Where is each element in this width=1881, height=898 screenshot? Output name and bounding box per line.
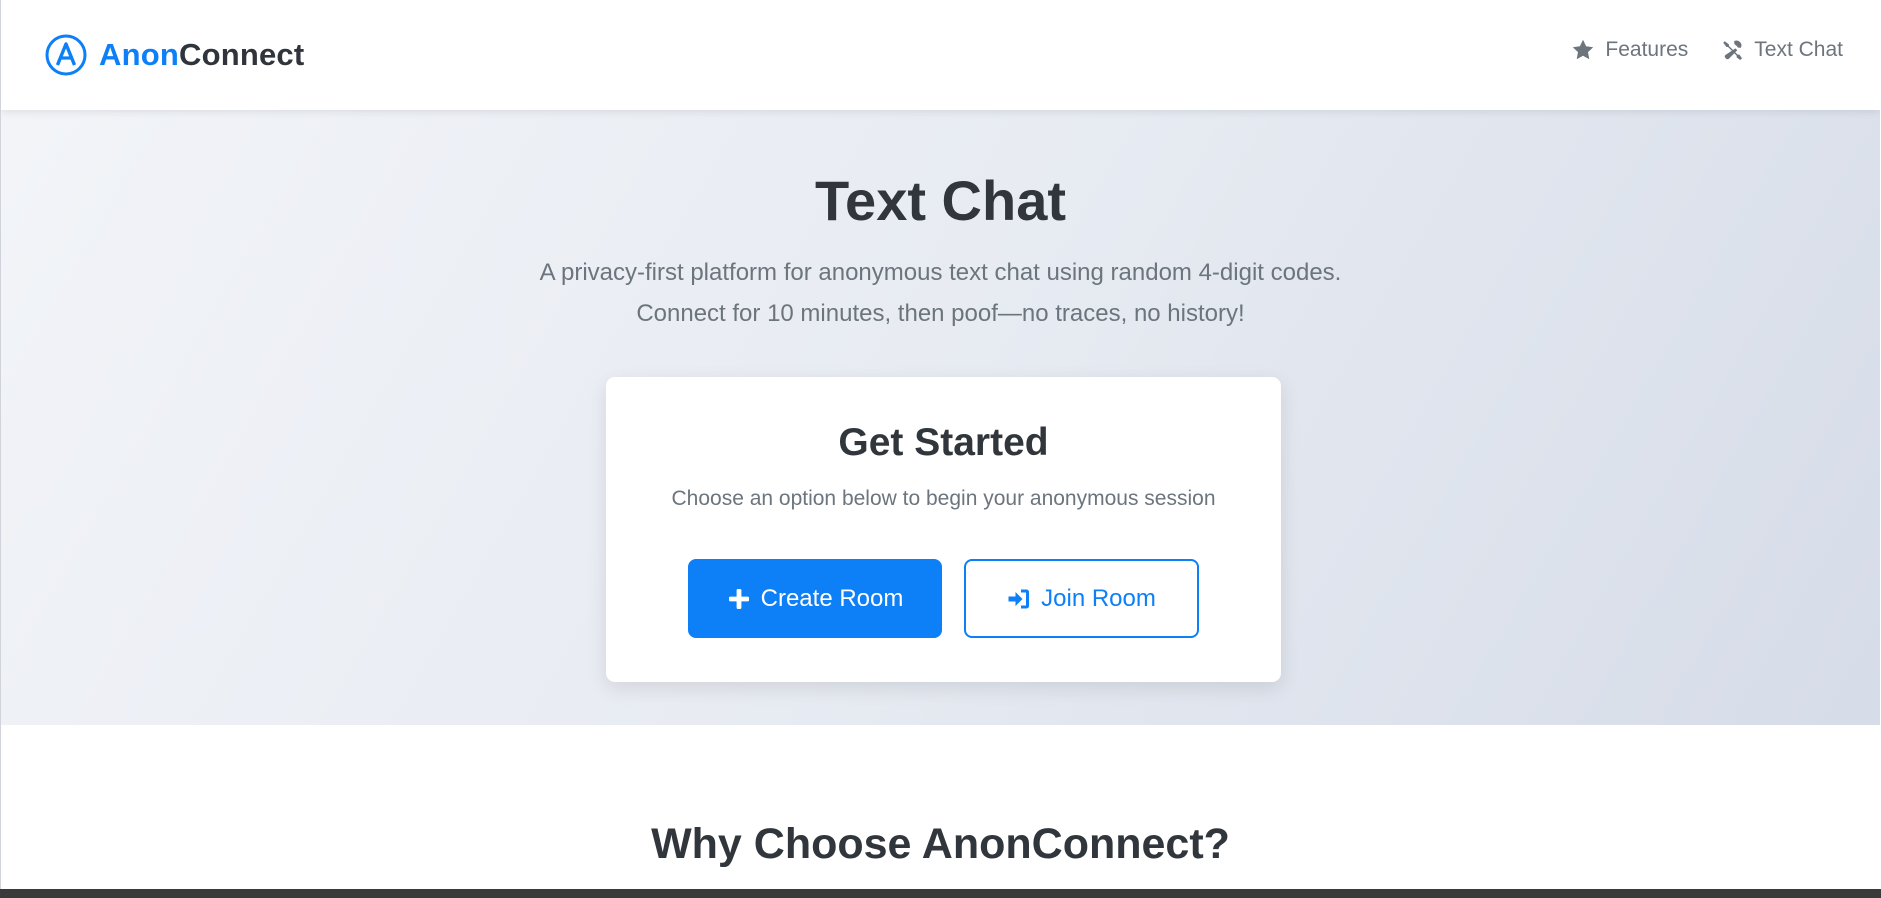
card-subtitle: Choose an option below to begin your ano… (671, 487, 1216, 510)
window-left-edge (0, 0, 1, 889)
sign-in-icon (1008, 589, 1030, 608)
nav-link-text-chat-label: Text Chat (1754, 38, 1843, 61)
plus-icon (728, 588, 749, 609)
tools-icon (1723, 40, 1743, 60)
hero-title: Text Chat (815, 169, 1066, 232)
card-title: Get Started (838, 421, 1049, 464)
window-bottom-bar (0, 889, 1881, 898)
brand-link[interactable]: AnonConnect (45, 34, 304, 76)
brand-name-anon: Anon (99, 37, 179, 72)
create-room-button[interactable]: Create Room (688, 559, 942, 638)
navbar: AnonConnect Features Text Chat (1, 0, 1880, 110)
join-room-button[interactable]: Join Room (964, 559, 1199, 638)
nav-links: Features Text Chat (1571, 38, 1843, 62)
get-started-card: Get Started Choose an option below to be… (606, 377, 1281, 682)
brand-name-connect: Connect (179, 37, 305, 72)
nav-link-text-chat[interactable]: Text Chat (1720, 38, 1843, 62)
hero-section: Text Chat A privacy-first platform for a… (1, 110, 1880, 725)
create-room-label: Create Room (760, 584, 904, 612)
brand-name: AnonConnect (99, 37, 304, 73)
page: AnonConnect Features Text Chat Text Chat… (1, 0, 1880, 889)
join-room-label: Join Room (1041, 584, 1156, 612)
nav-link-features-label: Features (1605, 38, 1689, 61)
features-title: Why Choose AnonConnect? (651, 820, 1230, 868)
star-icon (1573, 39, 1594, 60)
hero-subtitle: A privacy-first platform for anonymous t… (539, 259, 1342, 327)
circled-a-logo-icon (45, 34, 87, 76)
nav-link-features[interactable]: Features (1571, 38, 1688, 62)
